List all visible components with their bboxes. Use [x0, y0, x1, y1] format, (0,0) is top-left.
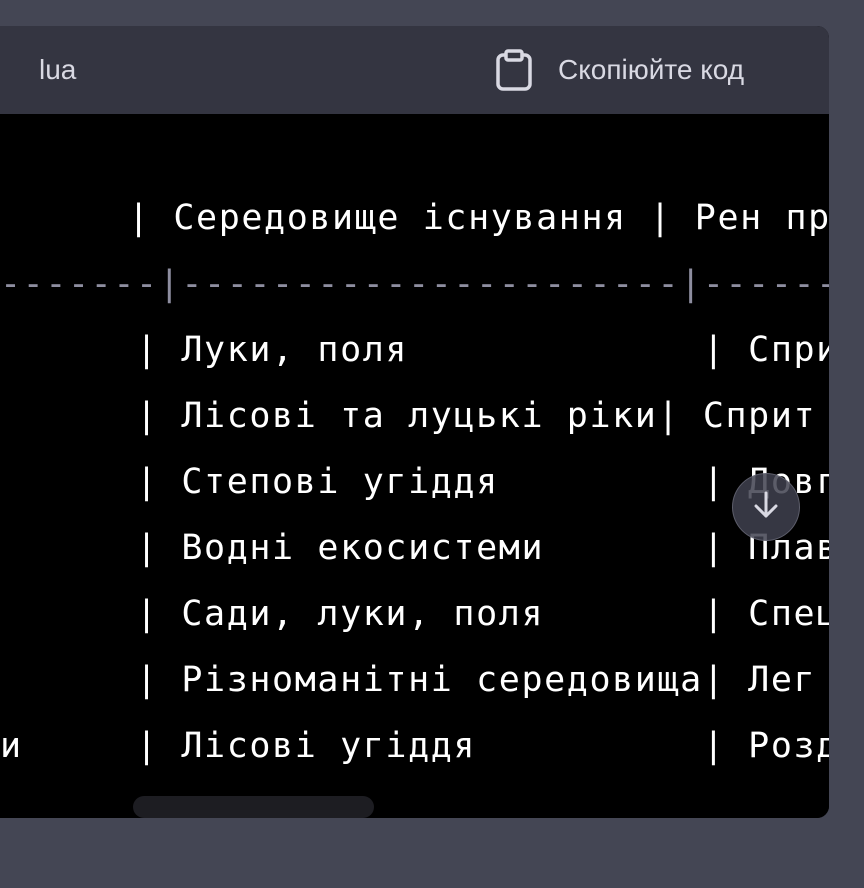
code-row: | Лісові та луцькі ріки| Сприт [0, 396, 817, 436]
code-row: | Сади, луки, поля | Специ [0, 594, 829, 634]
code-content[interactable]: | Середовище існування | Рен пр -------|… [0, 114, 829, 818]
scroll-to-bottom-button[interactable] [732, 473, 800, 541]
code-block-header: lua Скопіюйте код [0, 26, 829, 114]
code-row: | Водні екосистеми | Плава [0, 528, 829, 568]
horizontal-scrollbar[interactable] [133, 796, 374, 818]
code-row: и | Лісові угіддя | Розді [0, 726, 829, 766]
clipboard-icon [495, 49, 533, 91]
code-row: | Різноманітні середовища| Лег [0, 660, 817, 700]
code-header-row: | Середовище існування | Рен пр [60, 198, 829, 238]
copy-code-button[interactable]: Скопіюйте код [495, 46, 744, 94]
code-separator-row: -------|----------------------|------ [0, 264, 829, 304]
language-label: lua [39, 54, 77, 85]
copy-code-label: Скопіюйте код [558, 54, 745, 85]
code-block: lua Скопіюйте код | Середовище існування… [0, 26, 829, 818]
code-row: | Степові угіддя | Довгі [0, 462, 829, 502]
arrow-down-icon [749, 488, 783, 527]
code-row: | Луки, поля | Сприт [0, 330, 829, 370]
